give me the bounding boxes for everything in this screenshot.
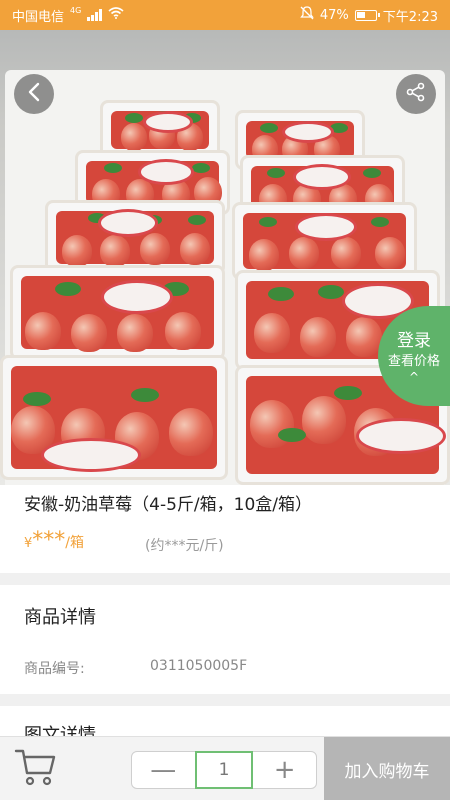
strawberry-tray	[0, 355, 228, 480]
quantity-stepper: — 1 +	[131, 751, 317, 789]
product-title: 安徽-奶油草莓（4-5斤/箱，10盒/箱）	[24, 495, 312, 515]
clock: 下午2:23	[382, 9, 438, 25]
details-heading: 商品详情	[24, 607, 96, 628]
cart-button[interactable]	[12, 745, 60, 793]
section-divider	[0, 573, 450, 585]
section-divider	[0, 694, 450, 706]
share-icon	[406, 82, 426, 106]
mute-icon	[300, 6, 314, 24]
back-button[interactable]	[14, 74, 54, 114]
battery-percent: 47%	[319, 7, 349, 23]
add-to-cart-button[interactable]: 加入购物车	[324, 737, 450, 800]
product-detail-screen: 中国电信 4G 47% 下午2:23 登录 查看价格 ^ 安徽-奶油草莓（4-5…	[0, 0, 450, 800]
battery-icon	[354, 9, 380, 21]
bottom-action-bar: — 1 + 加入购物车	[0, 736, 450, 800]
share-button[interactable]	[396, 74, 436, 114]
chevron-up-icon: ^	[408, 370, 420, 384]
approx-unit-price: (约***元/斤)	[145, 538, 224, 554]
price-unit: /箱	[65, 535, 84, 551]
cart-icon	[14, 747, 58, 791]
view-price-label: 查看价格	[387, 354, 440, 369]
strawberry-tray	[45, 200, 225, 275]
increase-quantity-button[interactable]: +	[253, 752, 316, 788]
login-label: 登录	[397, 331, 431, 351]
wifi-icon	[108, 7, 124, 23]
strawberry-tray	[10, 265, 225, 360]
price-currency: ¥	[24, 536, 33, 551]
status-bar: 中国电信 4G 47% 下午2:23	[0, 0, 450, 30]
product-code-label: 商品编号:	[24, 661, 85, 677]
decrease-quantity-button[interactable]: —	[132, 752, 195, 788]
network-type: 4G	[70, 5, 82, 15]
strawberry-tray	[232, 202, 417, 280]
signal-icon	[87, 9, 103, 21]
product-code-value: 0311050005F	[150, 658, 248, 674]
carrier-name: 中国电信	[12, 9, 65, 25]
price: ¥ *** /箱	[24, 528, 84, 553]
quantity-input[interactable]: 1	[194, 751, 254, 789]
price-hidden-value: ***	[32, 528, 66, 553]
product-image[interactable]	[0, 30, 450, 485]
chevron-left-icon	[26, 82, 42, 106]
